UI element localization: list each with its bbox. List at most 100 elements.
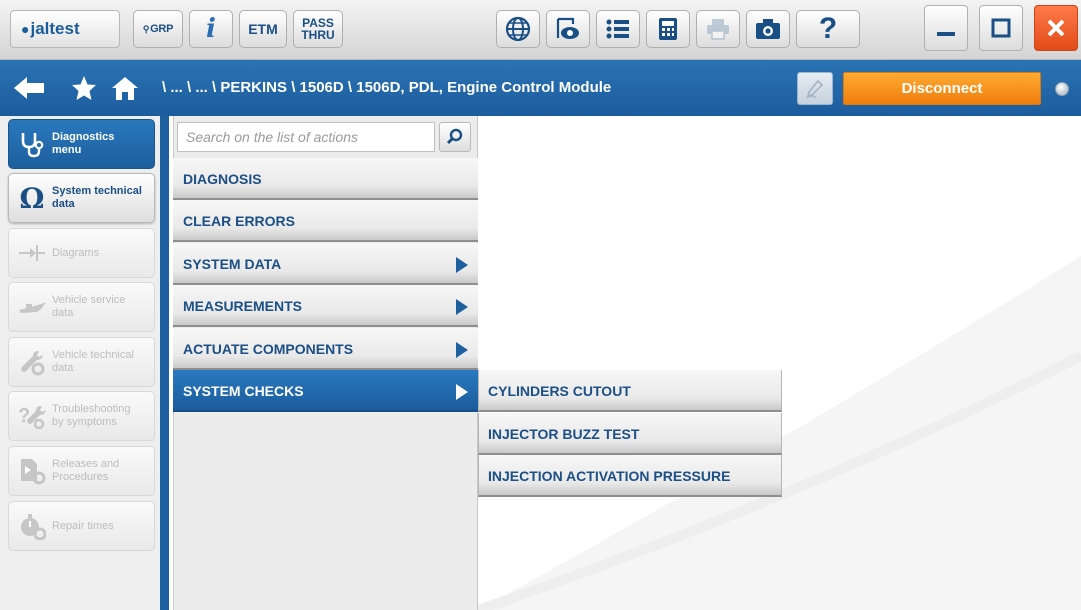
etm-button[interactable]: ETM	[239, 10, 287, 48]
globe-icon	[505, 16, 531, 42]
action-system-data[interactable]: SYSTEM DATA	[173, 243, 478, 285]
submenu-arrow-icon	[456, 342, 468, 358]
disconnect-button[interactable]: Disconnect	[843, 72, 1041, 105]
sidebar-item-vehicle-technical-data[interactable]: Vehicle technical data	[8, 337, 155, 387]
close-button[interactable]	[1034, 5, 1078, 51]
sidebar-item-diagnostics-menu[interactable]: Diagnostics menu	[8, 119, 155, 169]
search-input[interactable]: Search on the list of actions	[177, 122, 435, 152]
submenu-label: INJECTION ACTIVATION PRESSURE	[488, 468, 731, 484]
breadcrumb: \ ... \ ... \ PERKINS \ 1506D \ 1506D, P…	[162, 79, 612, 96]
search-button[interactable]	[439, 122, 471, 152]
maximize-button[interactable]	[979, 5, 1023, 51]
svg-text:?: ?	[18, 405, 30, 427]
sidebar-item-releases-and-procedures[interactable]: Releases and Procedures	[8, 446, 155, 496]
action-label: MEASUREMENTS	[183, 298, 303, 314]
action-diagnosis[interactable]: DIAGNOSIS	[173, 158, 478, 200]
minimize-icon	[937, 32, 955, 36]
edit-button[interactable]	[797, 72, 833, 105]
sidebar-item-label: Releases and Procedures	[52, 458, 119, 484]
submenu-arrow-icon	[456, 257, 468, 273]
label-line-1: Diagrams	[52, 246, 100, 259]
jaltest-logo: ● jaltest	[10, 10, 120, 48]
label-line-2: Procedures	[52, 471, 109, 483]
navigation-bar: \ ... \ ... \ PERKINS \ 1506D \ 1506D, P…	[0, 60, 1081, 116]
stethoscope-icon	[16, 130, 48, 158]
connection-status-icon	[1055, 82, 1069, 96]
sidebar-item-label: Repair times	[52, 520, 114, 533]
favorites-star-icon[interactable]	[71, 75, 97, 101]
action-actuate-components[interactable]: ACTUATE COMPONENTS	[173, 328, 478, 370]
help-icon: ?	[818, 12, 838, 45]
submenu-label: INJECTOR BUZZ TEST	[488, 426, 640, 442]
submenu-item-injector-buzz-test[interactable]: INJECTOR BUZZ TEST	[478, 413, 782, 455]
home-icon[interactable]	[111, 75, 139, 101]
sidebar-item-troubleshooting[interactable]: ? Troubleshooting by symptoms	[8, 391, 155, 441]
label-line-2: menu	[52, 144, 82, 156]
submenu-arrow-icon	[456, 384, 468, 400]
label-line-1: Diagnostics	[52, 131, 115, 143]
submenu-label: CYLINDERS CUTOUT	[488, 383, 631, 399]
submenu-arrow-icon	[456, 299, 468, 315]
action-measurements[interactable]: MEASUREMENTS	[173, 285, 478, 327]
sidebar-item-diagrams[interactable]: Diagrams	[8, 228, 155, 278]
print-button[interactable]	[696, 10, 740, 48]
sidebar-divider	[160, 116, 169, 610]
label-line-2: data	[52, 198, 75, 210]
question-wrench-icon: ?	[16, 402, 48, 430]
sidebar-item-repair-times[interactable]: Repair times	[8, 501, 155, 551]
sidebar-item-label: Diagrams	[52, 247, 99, 260]
logo-text: jaltest	[30, 19, 80, 38]
sidebar-item-label: Diagnostics menu	[52, 131, 114, 157]
action-clear-errors[interactable]: CLEAR ERRORS	[173, 200, 478, 242]
print-icon	[707, 19, 729, 40]
action-label: SYSTEM DATA	[183, 256, 282, 272]
omega-icon: Ω	[19, 181, 45, 215]
top-toolbar: ● jaltest ⚲ GRP i ETM PASS THRU ?	[0, 0, 1081, 60]
label-line-2: data	[52, 307, 74, 319]
sidebar-item-label: Troubleshooting by symptoms	[52, 403, 130, 429]
minimize-button[interactable]	[924, 5, 968, 51]
info-button[interactable]: i	[189, 10, 233, 48]
eye-icon	[556, 17, 579, 39]
close-icon	[1047, 19, 1065, 37]
sidebar-item-label: Vehicle technical data	[52, 349, 134, 375]
grp-label: GRP	[150, 23, 174, 35]
document-gear-icon	[16, 457, 48, 485]
grp-button[interactable]: ⚲ GRP	[133, 10, 183, 48]
label-line-1: System technical	[52, 185, 142, 197]
action-label: CLEAR ERRORS	[183, 213, 296, 229]
sidebar-item-label: System technical data	[52, 185, 142, 211]
list-button[interactable]	[596, 10, 640, 48]
label-line-2: by symptoms	[52, 416, 117, 428]
submenu-item-cylinders-cutout[interactable]: CYLINDERS CUTOUT	[478, 370, 782, 412]
submenu-item-injection-activation-pressure[interactable]: INJECTION ACTIVATION PRESSURE	[478, 455, 782, 497]
label-line-1: Vehicle service	[52, 294, 126, 306]
wrench-gear-icon	[16, 348, 48, 376]
camera-icon	[756, 19, 780, 39]
oil-can-icon	[16, 297, 48, 317]
help-button[interactable]: ?	[796, 10, 860, 48]
diagram-icon	[16, 243, 48, 263]
back-arrow-icon[interactable]	[12, 74, 46, 102]
pass-thru-button[interactable]: PASS THRU	[293, 10, 343, 48]
label-line-2: data	[52, 362, 74, 374]
eye-button[interactable]	[546, 10, 590, 48]
thru-label: THRU	[301, 28, 335, 42]
logo-dot-icon: ●	[21, 21, 30, 37]
label-line-1: Repair times	[52, 519, 114, 532]
magnifier-small-icon: ⚲	[142, 23, 150, 34]
camera-button[interactable]	[746, 10, 790, 48]
sidebar-item-system-technical-data[interactable]: Ω System technical data	[8, 173, 155, 223]
action-system-checks[interactable]: SYSTEM CHECKS	[173, 370, 478, 412]
action-label: SYSTEM CHECKS	[183, 383, 304, 399]
calculator-button[interactable]	[646, 10, 690, 48]
sidebar-item-vehicle-service-data[interactable]: Vehicle service data	[8, 282, 155, 332]
label-line-1: Vehicle technical	[52, 349, 134, 361]
list-icon	[606, 19, 629, 39]
stopwatch-icon	[16, 512, 48, 540]
search-icon	[446, 128, 463, 145]
info-icon: i	[206, 14, 216, 44]
maximize-icon	[991, 18, 1011, 38]
globe-button[interactable]	[496, 10, 540, 48]
sidebar-item-label: Vehicle service data	[52, 294, 125, 320]
